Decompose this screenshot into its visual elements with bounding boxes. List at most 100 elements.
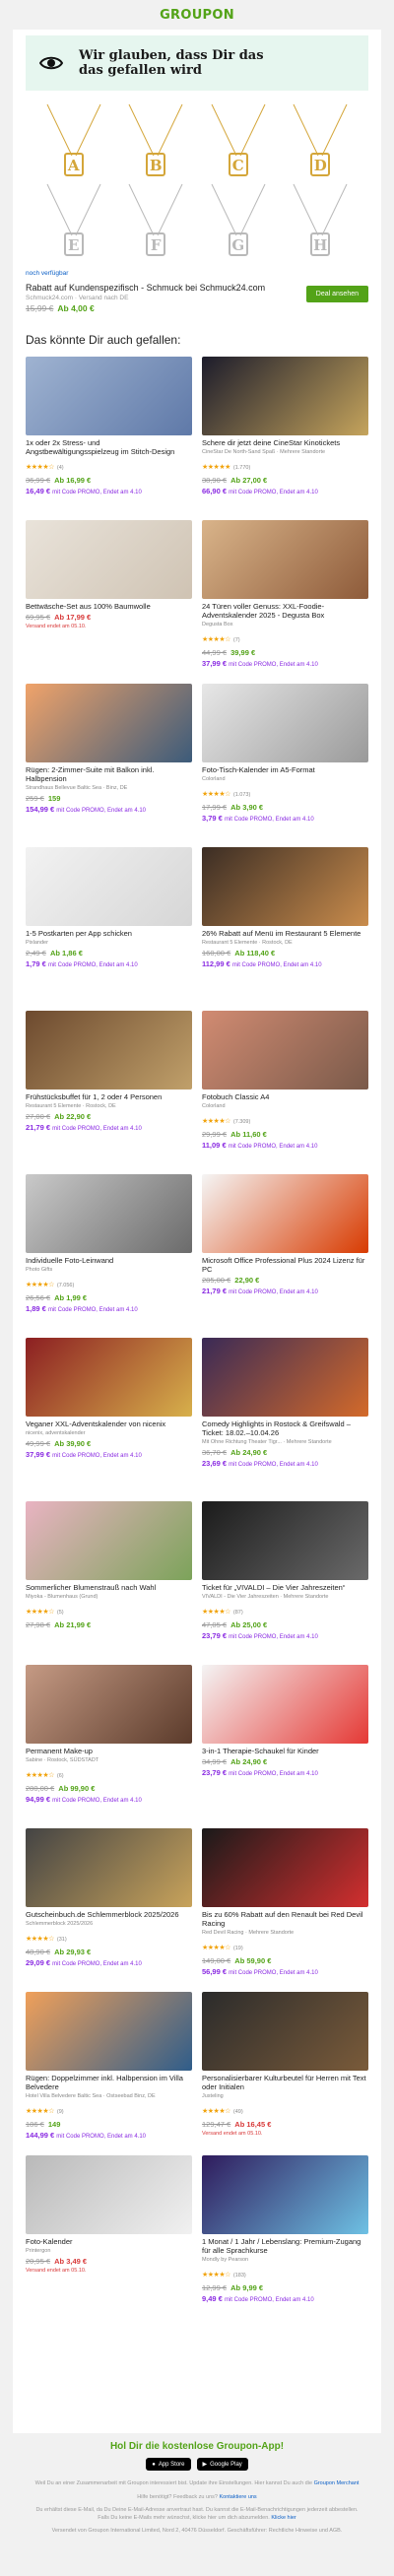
groupon-logo[interactable]: GROUPON bbox=[160, 8, 234, 23]
deal-title[interactable]: Permanent Make-up bbox=[26, 1747, 192, 1755]
deal-card[interactable]: Rügen: 2-Zimmer-Suite mit Balkon inkl. H… bbox=[26, 684, 192, 847]
new-price: Ab 3,90 € bbox=[230, 803, 264, 812]
deal-card[interactable]: Rügen: Doppelzimmer inkl. Halbpension im… bbox=[26, 1992, 192, 2155]
deal-image[interactable] bbox=[26, 847, 192, 926]
deal-title[interactable]: Veganer XXL-Adventskalender von nicenix bbox=[26, 1420, 192, 1428]
deal-title[interactable]: Schere dir jetzt deine CineStar Kinotick… bbox=[202, 438, 368, 447]
deal-image[interactable] bbox=[202, 684, 368, 762]
deal-card[interactable]: 1-5 Postkarten per App schicken Pixlande… bbox=[26, 847, 192, 1011]
deal-title[interactable]: Fotobuch Classic A4 bbox=[202, 1092, 368, 1101]
deal-title[interactable]: Personalisierbarer Kulturbeutel für Herr… bbox=[202, 2074, 368, 2091]
hero-line-1: Wir glauben, dass Dir das bbox=[79, 48, 264, 63]
deal-card[interactable]: Foto-Tisch-Kalender im A5-Format Colorla… bbox=[202, 684, 368, 847]
deal-title[interactable]: Microsoft Office Professional Plus 2024 … bbox=[202, 1256, 368, 1274]
email-card: Wir glauben, dass Dir das das gefallen w… bbox=[13, 30, 381, 2433]
deal-title[interactable]: Bis zu 60% Rabatt auf den Renault bei Re… bbox=[202, 1910, 368, 1928]
deal-card[interactable]: Comedy Highlights in Rostock & Greifswal… bbox=[202, 1338, 368, 1501]
deal-image[interactable] bbox=[26, 1992, 192, 2071]
deal-card[interactable]: 1x oder 2x Stress- und Angstbewältigungs… bbox=[26, 357, 192, 520]
deal-card[interactable]: Bis zu 60% Rabatt auf den Renault bei Re… bbox=[202, 1828, 368, 1992]
deal-image[interactable] bbox=[26, 520, 192, 599]
contact-link[interactable]: Kontaktiere uns bbox=[219, 2494, 256, 2500]
deal-title[interactable]: Frühstücksbuffet für 1, 2 oder 4 Persone… bbox=[26, 1092, 192, 1101]
deal-image[interactable] bbox=[202, 1174, 368, 1253]
app-store-badge[interactable]: ● App Store bbox=[146, 2458, 191, 2471]
deal-image[interactable] bbox=[26, 2155, 192, 2234]
deal-card[interactable]: 24 Türen voller Genuss: XXL-Foodie-Adven… bbox=[202, 520, 368, 684]
deal-title[interactable]: Foto-Tisch-Kalender im A5-Format bbox=[202, 765, 368, 774]
deal-image[interactable] bbox=[26, 684, 192, 762]
deal-image[interactable] bbox=[202, 2155, 368, 2234]
old-price: 12,99 € bbox=[202, 2283, 228, 2292]
deal-card[interactable]: 3-in-1 Therapie-Schaukel für Kinder 34,9… bbox=[202, 1665, 368, 1828]
deal-merchant: Restaurant 5 Elemente · Rostock, DE bbox=[202, 940, 293, 946]
view-deal-button[interactable]: Deal ansehen bbox=[305, 286, 368, 302]
deal-card[interactable]: Microsoft Office Professional Plus 2024 … bbox=[202, 1174, 368, 1338]
deal-price: 47,05 € Ab 25,00 € bbox=[202, 1620, 368, 1629]
old-price: 186 € bbox=[26, 2120, 44, 2129]
app-promo-title[interactable]: Hol Dir die kostenlose Groupon-App! bbox=[0, 2441, 394, 2452]
deal-card[interactable]: Individuelle Foto-Leinwand Photo Gifts ★… bbox=[26, 1174, 192, 1338]
merchant-link[interactable]: Groupon Merchant bbox=[314, 2480, 360, 2486]
deal-card[interactable]: Schere dir jetzt deine CineStar Kinotick… bbox=[202, 357, 368, 520]
deal-image[interactable] bbox=[26, 1338, 192, 1417]
deal-title[interactable]: Foto-Kalender bbox=[26, 2237, 192, 2246]
deal-title[interactable]: Comedy Highlights in Rostock & Greifswal… bbox=[202, 1420, 368, 1437]
deal-title[interactable]: 24 Türen voller Genuss: XXL-Foodie-Adven… bbox=[202, 602, 368, 620]
deal-image[interactable] bbox=[26, 1501, 192, 1580]
deal-card[interactable]: Personalisierbarer Kulturbeutel für Herr… bbox=[202, 1992, 368, 2155]
deal-card[interactable]: Permanent Make-up Sabine · Rostock, SÜDS… bbox=[26, 1665, 192, 1828]
deal-card[interactable]: Ticket für „VIVALDI – Die Vier Jahreszei… bbox=[202, 1501, 368, 1665]
deal-title[interactable]: 3-in-1 Therapie-Schaukel für Kinder bbox=[202, 1747, 368, 1755]
deal-card[interactable]: 26% Rabatt auf Menü im Restaurant 5 Elem… bbox=[202, 847, 368, 1011]
google-play-badge[interactable]: ▶ Google Play bbox=[196, 2458, 248, 2471]
deal-title[interactable]: Rügen: 2-Zimmer-Suite mit Balkon inkl. H… bbox=[26, 765, 192, 783]
promo-price: 37,99 € mit Code PROMO, Endet am 4.10 bbox=[26, 1450, 142, 1459]
deal-card[interactable]: Gutscheinbuch.de Schlemmerblock 2025/202… bbox=[26, 1828, 192, 1992]
deal-image[interactable] bbox=[202, 357, 368, 435]
deal-card[interactable]: Fotobuch Classic A4 Colorland ★★★★☆ (7.30… bbox=[202, 1011, 368, 1174]
deal-image[interactable] bbox=[26, 1174, 192, 1253]
deal-title[interactable]: 1 Monat / 1 Jahr / Lebenslang: Premium-Z… bbox=[202, 2237, 368, 2255]
deal-card[interactable]: Veganer XXL-Adventskalender von nicenix … bbox=[26, 1338, 192, 1501]
deal-image[interactable] bbox=[202, 1501, 368, 1580]
rating: ★★★★☆ (5) bbox=[26, 1601, 192, 1618]
unsubscribe-link[interactable]: Klicke hier bbox=[271, 2515, 296, 2521]
deal-card[interactable]: Bettwäsche-Set aus 100% Baumwolle 69,95 … bbox=[26, 520, 192, 684]
deal-title[interactable]: Bettwäsche-Set aus 100% Baumwolle bbox=[26, 602, 192, 611]
pendant-letter: A bbox=[67, 157, 80, 174]
featured-title[interactable]: Rabatt auf Kundenspezifisch - Schmuck be… bbox=[26, 283, 265, 293]
deal-title[interactable]: Sommerlicher Blumenstrauß nach Wahl bbox=[26, 1583, 192, 1592]
deal-title[interactable]: 1x oder 2x Stress- und Angstbewältigungs… bbox=[26, 438, 192, 456]
deal-title[interactable]: 1-5 Postkarten per App schicken bbox=[26, 929, 192, 938]
deal-image[interactable] bbox=[26, 357, 192, 435]
deal-image[interactable] bbox=[26, 1665, 192, 1744]
rating-count: (5) bbox=[56, 1610, 64, 1616]
deal-image[interactable] bbox=[202, 1338, 368, 1417]
old-price: 26,56 € bbox=[26, 1293, 51, 1302]
deal-title[interactable]: Individuelle Foto-Leinwand bbox=[26, 1256, 192, 1265]
deal-image[interactable] bbox=[26, 1011, 192, 1090]
deal-image[interactable] bbox=[202, 1011, 368, 1090]
deal-card[interactable]: Frühstücksbuffet für 1, 2 oder 4 Persone… bbox=[26, 1011, 192, 1174]
deal-title[interactable]: Gutscheinbuch.de Schlemmerblock 2025/202… bbox=[26, 1910, 192, 1919]
deal-title[interactable]: 26% Rabatt auf Menü im Restaurant 5 Elem… bbox=[202, 929, 368, 938]
deal-image[interactable] bbox=[26, 1828, 192, 1907]
deal-image[interactable] bbox=[202, 1665, 368, 1744]
new-price: 22,90 € bbox=[234, 1276, 260, 1285]
deal-image[interactable] bbox=[202, 1992, 368, 2071]
deal-card[interactable]: Foto-Kalender Printergon 20,95 € Ab 3,49… bbox=[26, 2155, 192, 2319]
promo-note: mit Code PROMO, Endet am 4.10 bbox=[47, 1307, 138, 1313]
deal-image[interactable] bbox=[202, 847, 368, 926]
featured-image[interactable]: A B C D E F G H bbox=[26, 99, 368, 264]
deal-title[interactable]: Ticket für „VIVALDI – Die Vier Jahreszei… bbox=[202, 1583, 368, 1592]
promo-note: mit Code PROMO, Endet am 4.10 bbox=[229, 1634, 318, 1640]
rating-count: (9) bbox=[56, 2109, 64, 2115]
deal-card[interactable]: Sommerlicher Blumenstrauß nach Wahl Miyo… bbox=[26, 1501, 192, 1665]
deal-image[interactable] bbox=[202, 1828, 368, 1907]
deal-image[interactable] bbox=[202, 520, 368, 599]
deal-title[interactable]: Rügen: Doppelzimmer inkl. Halbpension im… bbox=[26, 2074, 192, 2091]
promo-price: 21,79 € mit Code PROMO, Endet am 4.10 bbox=[202, 1287, 318, 1295]
deal-card[interactable]: 1 Monat / 1 Jahr / Lebenslang: Premium-Z… bbox=[202, 2155, 368, 2319]
featured-deal[interactable]: noch verfügbar Rabatt auf Kundenspezifis… bbox=[26, 270, 368, 313]
